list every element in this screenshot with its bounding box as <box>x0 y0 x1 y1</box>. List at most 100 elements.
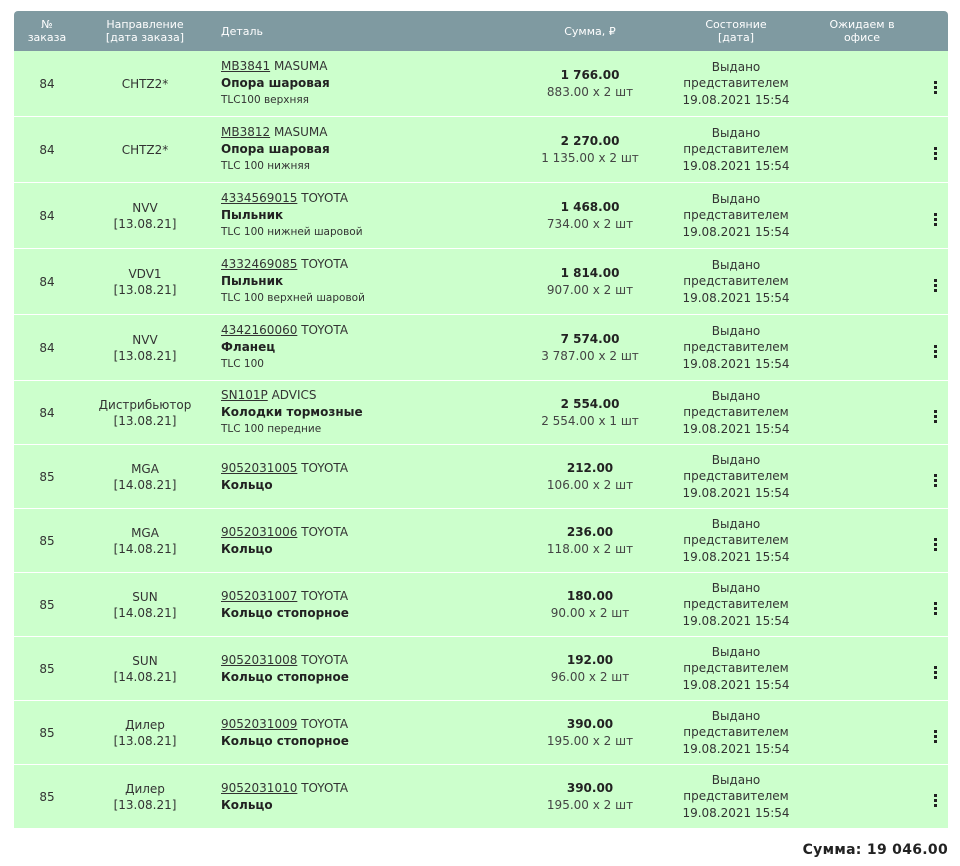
line-total: 192.00 <box>566 652 614 667</box>
order-date: [13.08.21] <box>113 733 177 748</box>
vertical-dots-icon[interactable] <box>933 81 937 94</box>
header-detail[interactable]: Деталь <box>210 25 510 38</box>
vertical-dots-icon[interactable] <box>933 730 937 743</box>
state-cell: Выдано представителем 19.08.2021 15:54 <box>670 257 802 307</box>
detail-cell: 9052031007 TOYOTA Кольцо стопорное <box>210 588 510 622</box>
table-row: 84 NVV [13.08.21] 4334569015 TOYOTA Пыльник T… <box>14 183 948 249</box>
table-header: № заказа Направление [дата заказа] Детал… <box>14 11 948 51</box>
part-code-link[interactable]: 4342160060 <box>221 323 297 337</box>
sum-cell: 212.00 106.00 x 2 шт <box>510 460 670 494</box>
order-date: [14.08.21] <box>113 541 177 556</box>
detail-line1: 9052031007 TOYOTA <box>221 588 510 605</box>
part-brand: TOYOTA <box>301 323 349 337</box>
part-brand: MASUMA <box>273 59 328 73</box>
order-date: [14.08.21] <box>113 477 177 492</box>
order-date: [13.08.21] <box>113 413 177 428</box>
row-menu-button[interactable] <box>922 530 948 551</box>
vertical-dots-icon[interactable] <box>933 538 937 551</box>
vertical-dots-icon[interactable] <box>933 474 937 487</box>
state-cell: Выдано представителем 19.08.2021 15:54 <box>670 59 802 109</box>
line-total: 2 270.00 <box>560 133 620 148</box>
header-order-number[interactable]: № заказа <box>14 18 80 44</box>
header-office[interactable]: Ожидаем в офисе <box>802 18 922 44</box>
row-menu-button[interactable] <box>922 73 948 94</box>
state-line2: представителем <box>683 274 789 289</box>
header-direction[interactable]: Направление [дата заказа] <box>80 18 210 44</box>
part-code-link[interactable]: 9052031009 <box>221 717 297 731</box>
state-date: 19.08.2021 15:54 <box>682 421 790 436</box>
row-menu-button[interactable] <box>922 722 948 743</box>
vertical-dots-icon[interactable] <box>933 602 937 615</box>
vertical-dots-icon[interactable] <box>933 279 937 292</box>
row-menu-button[interactable] <box>922 658 948 679</box>
state-date: 19.08.2021 15:54 <box>682 485 790 500</box>
table-body: 84 CHTZ2* MB3841 MASUMA Опора шаровая TLC100… <box>14 51 948 829</box>
state-date: 19.08.2021 15:54 <box>682 356 790 371</box>
total-sum-label: Сумма: <box>802 842 862 858</box>
part-note: TLC 100 передние <box>221 423 322 435</box>
part-code-link[interactable]: 9052031007 <box>221 589 297 603</box>
part-code-link[interactable]: 4334569015 <box>221 191 297 205</box>
vertical-dots-icon[interactable] <box>933 213 937 226</box>
row-menu-button[interactable] <box>922 205 948 226</box>
row-menu-button[interactable] <box>922 594 948 615</box>
part-note: TLC 100 <box>221 358 264 370</box>
vertical-dots-icon[interactable] <box>933 147 937 160</box>
detail-line1: MB3812 MASUMA <box>221 124 510 141</box>
vertical-dots-icon[interactable] <box>933 666 937 679</box>
row-menu-button[interactable] <box>922 466 948 487</box>
state-cell: Выдано представителем 19.08.2021 15:54 <box>670 580 802 630</box>
part-brand: TOYOTA <box>301 191 349 205</box>
row-menu-button[interactable] <box>922 337 948 358</box>
line-total: 2 554.00 <box>560 396 620 411</box>
row-menu-button[interactable] <box>922 139 948 160</box>
table-row: 85 Дилер [13.08.21] 9052031009 TOYOTA Кольцо… <box>14 701 948 765</box>
state-date: 19.08.2021 15:54 <box>682 290 790 305</box>
order-date: [13.08.21] <box>113 797 177 812</box>
part-code-link[interactable]: SN101P <box>221 388 268 402</box>
vertical-dots-icon[interactable] <box>933 410 937 423</box>
direction-name: SUN <box>132 589 158 604</box>
direction-cell: Дистрибьютор [13.08.21] <box>80 397 210 429</box>
direction-cell: VDV1 [13.08.21] <box>80 266 210 298</box>
row-menu-button[interactable] <box>922 402 948 423</box>
header-state[interactable]: Состояние [дата] <box>670 18 802 44</box>
order-date: [13.08.21] <box>113 348 177 363</box>
header-office-line2: офисе <box>843 31 881 44</box>
direction-cell: NVV [13.08.21] <box>80 332 210 364</box>
part-brand: TOYOTA <box>301 588 349 603</box>
state-cell: Выдано представителем 19.08.2021 15:54 <box>670 772 802 822</box>
state-line2: представителем <box>683 533 789 548</box>
part-code-link[interactable]: 9052031005 <box>221 461 297 475</box>
part-note: TLC100 верхняя <box>221 94 309 106</box>
unit-price-qty: 734.00 x 2 шт <box>546 216 634 231</box>
part-code-link[interactable]: 9052031006 <box>221 525 297 539</box>
direction-name: SUN <box>132 653 158 668</box>
sum-cell: 1 468.00 734.00 x 2 шт <box>510 199 670 233</box>
vertical-dots-icon[interactable] <box>933 794 937 807</box>
unit-price-qty: 2 554.00 x 1 шт <box>541 413 639 428</box>
part-code-link[interactable]: MB3841 <box>221 59 270 73</box>
header-order-number-line1: № <box>41 18 53 31</box>
order-number: 84 <box>39 340 55 355</box>
header-sum[interactable]: Сумма, ₽ <box>510 25 670 38</box>
part-name: Колодки тормозные <box>221 405 363 419</box>
part-name: Пыльник <box>221 208 284 222</box>
direction-name: CHTZ2* <box>121 142 169 157</box>
order-number: 85 <box>39 725 55 740</box>
row-menu-button[interactable] <box>922 786 948 807</box>
part-code-link[interactable]: 9052031008 <box>221 653 297 667</box>
part-code-link[interactable]: 4332469085 <box>221 257 297 271</box>
part-code-link[interactable]: MB3812 <box>221 125 270 139</box>
vertical-dots-icon[interactable] <box>933 345 937 358</box>
direction-cell: MGA [14.08.21] <box>80 461 210 493</box>
line-total: 7 574.00 <box>560 331 620 346</box>
state-date: 19.08.2021 15:54 <box>682 549 790 564</box>
direction-cell: MGA [14.08.21] <box>80 525 210 557</box>
state-line2: представителем <box>683 76 789 91</box>
part-code-link[interactable]: 9052031010 <box>221 781 297 795</box>
state-line2: представителем <box>683 469 789 484</box>
header-direction-line2: [дата заказа] <box>105 31 185 44</box>
row-menu-button[interactable] <box>922 271 948 292</box>
state-line1: Выдано <box>711 772 761 787</box>
